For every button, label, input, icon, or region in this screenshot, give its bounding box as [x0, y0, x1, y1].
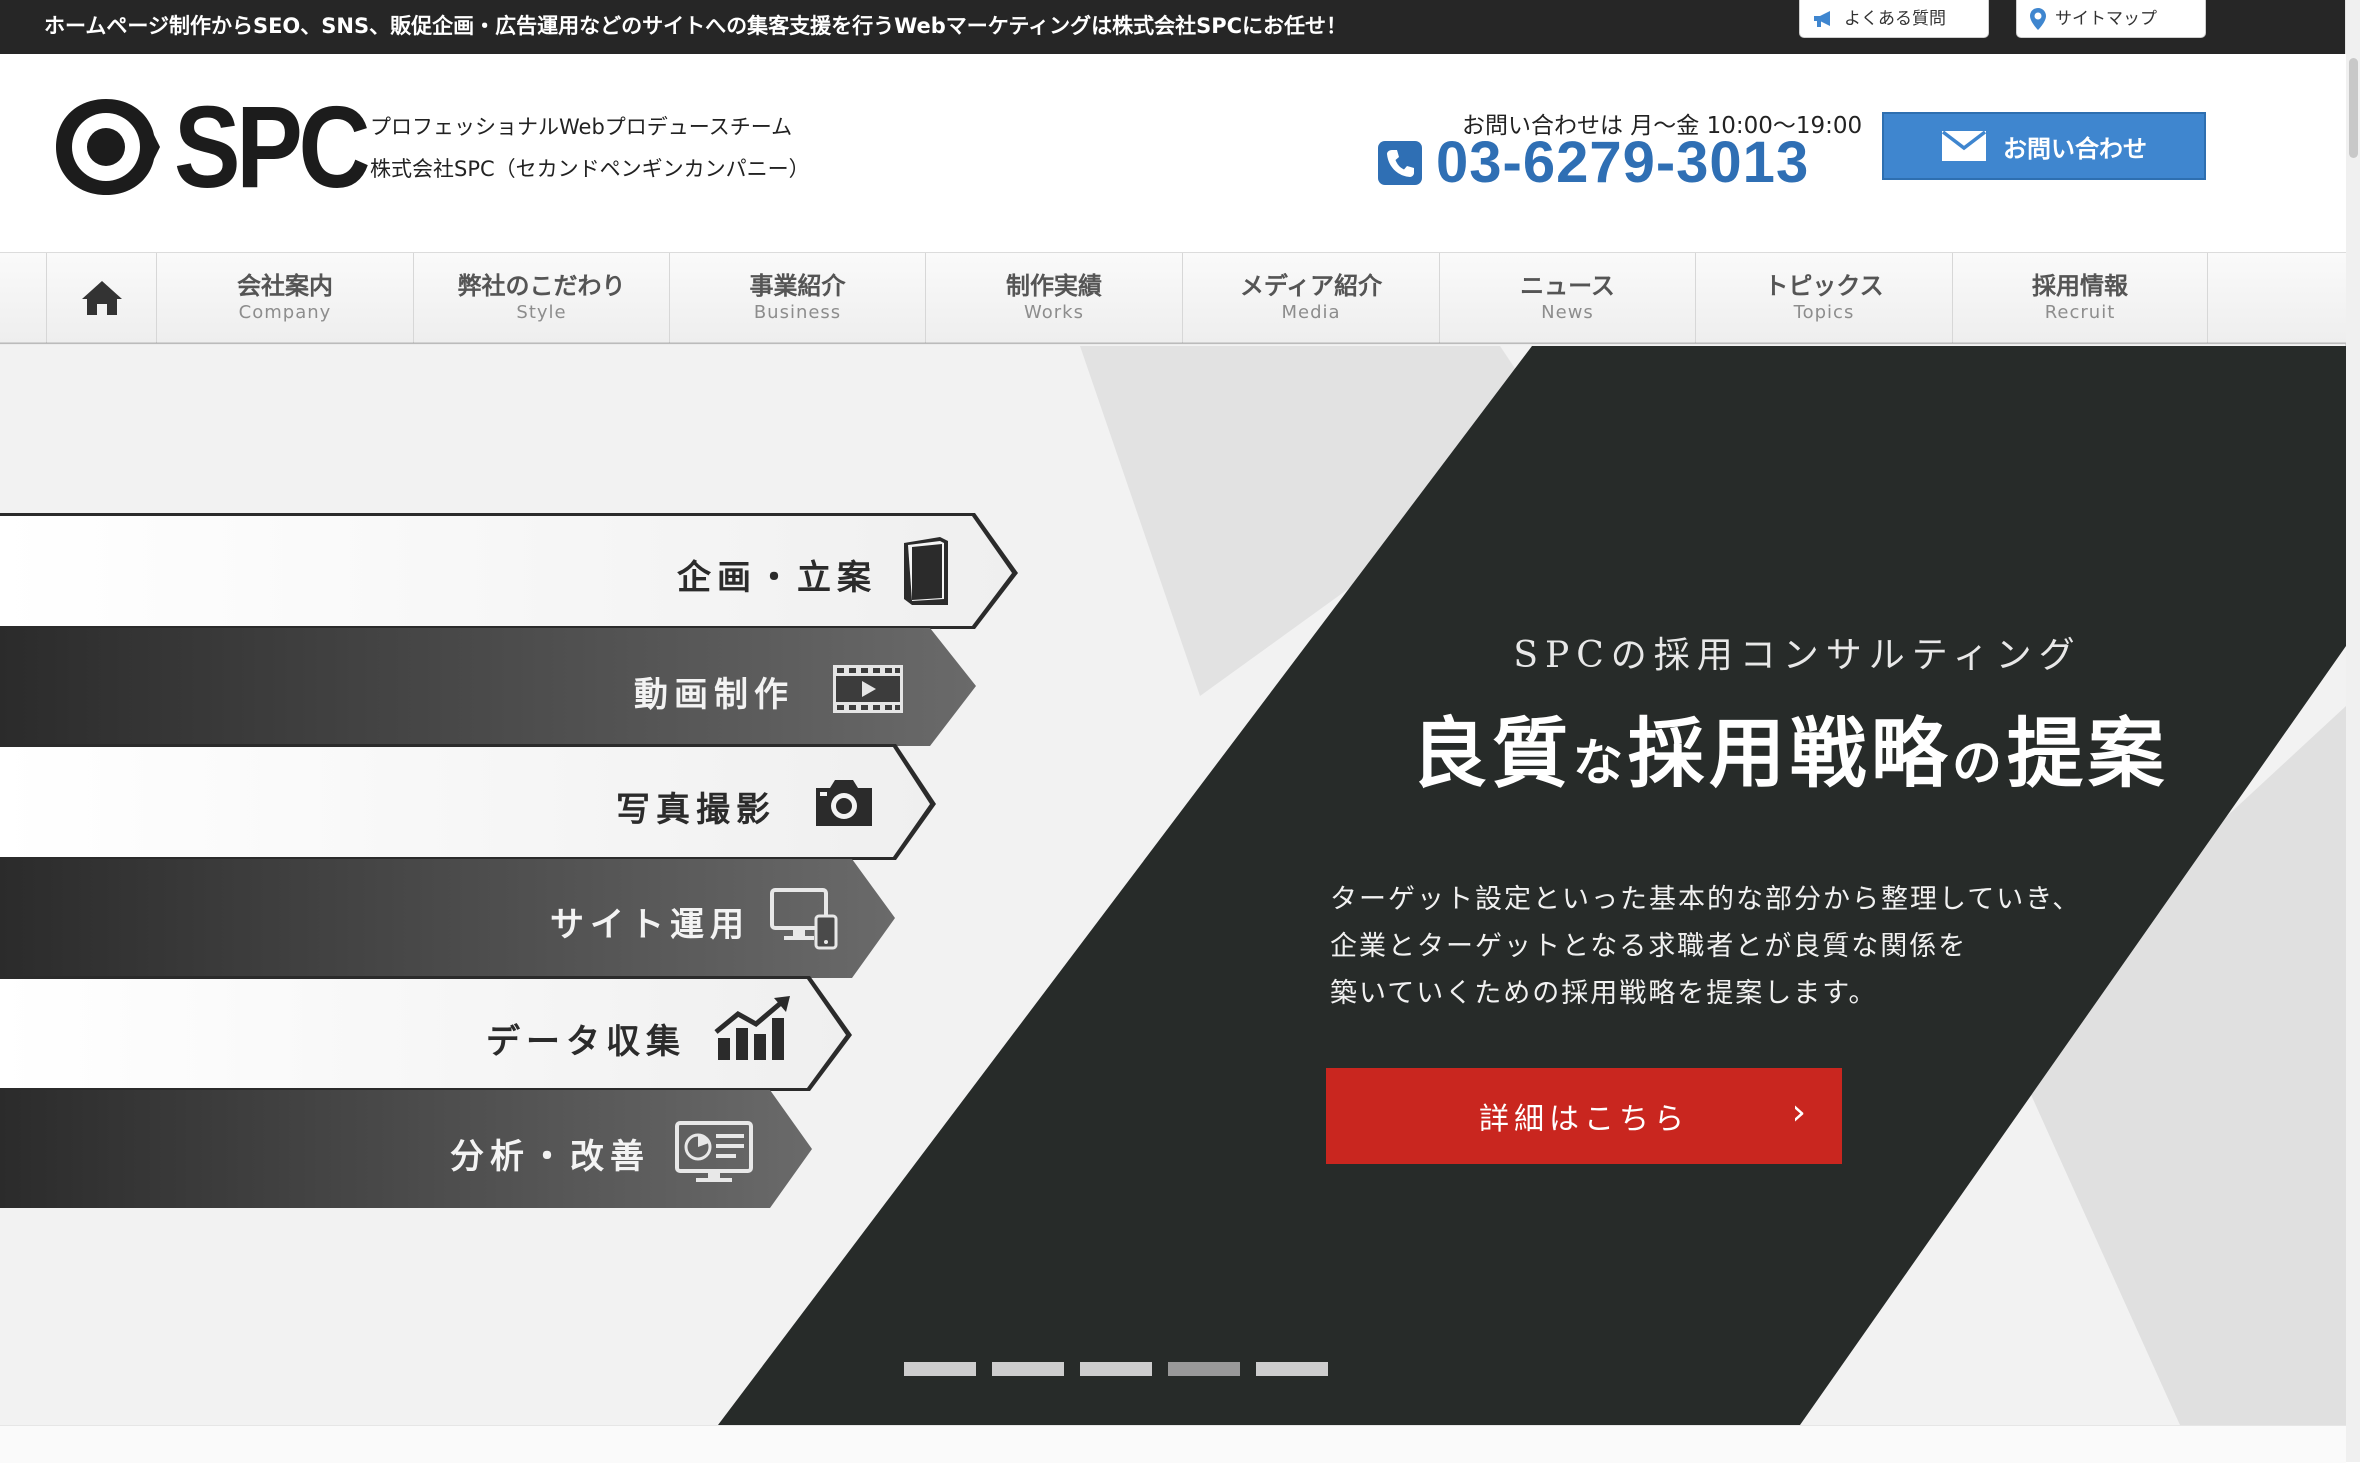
devices-icon — [770, 888, 838, 950]
global-nav: 会社案内 Company 弊社のこだわり Style 事業紹介 Business… — [0, 252, 2346, 344]
nav-items: 会社案内 Company 弊社のこだわり Style 事業紹介 Business… — [46, 253, 2208, 343]
slider-dot-3[interactable] — [1080, 1362, 1152, 1376]
analytics-screen-icon — [675, 1121, 753, 1182]
top-bar-lead-text: ホームページ制作からSEO、SNS、販促企画・広告運用などのサイトへの集客支援を… — [44, 14, 1348, 38]
slider-pagination — [904, 1362, 1328, 1376]
nav-item-business[interactable]: 事業紹介 Business — [669, 253, 925, 343]
faq-link-label: よくある質問 — [1844, 8, 1946, 29]
nav-item-company[interactable]: 会社案内 Company — [156, 253, 413, 343]
nav-item-label: 事業紹介 — [749, 272, 846, 300]
sitemap-link-label: サイトマップ — [2055, 8, 2157, 29]
book-icon — [904, 537, 948, 605]
slider-dot-2[interactable] — [992, 1362, 1064, 1376]
step-label-analysis: 分析・改善 — [450, 1137, 650, 1177]
nav-item-sublabel: Topics — [1793, 302, 1855, 323]
step-label-planning: 企画・立案 — [677, 558, 877, 598]
hero-title-part: 採用戦略 — [1628, 709, 1952, 798]
spc-logo-mark-icon — [56, 99, 160, 195]
header-tagline: プロフェッショナルWebプロデュースチーム 株式会社SPC（セカンドペンギンカン… — [370, 106, 810, 190]
hero-title-part: 良質 — [1411, 709, 1573, 798]
hero-title-part: 提案 — [2007, 709, 2169, 798]
nav-item-home[interactable] — [46, 253, 156, 343]
tagline-line-2: 株式会社SPC（セカンドペンギンカンパニー） — [370, 157, 810, 181]
step-label-photo: 写真撮影 — [616, 790, 776, 830]
nav-item-sublabel: News — [1541, 302, 1594, 323]
home-icon — [81, 281, 122, 315]
step-label-data: データ収集 — [486, 1022, 686, 1062]
nav-item-label: トピックス — [1764, 272, 1884, 300]
hero-subtitle: SPCの採用コンサルティング — [1513, 635, 2082, 676]
phone-contact[interactable]: 03-6279-3013 — [1378, 128, 1809, 198]
nav-item-sublabel: Style — [516, 302, 567, 323]
nav-item-sublabel: Recruit — [2044, 302, 2116, 323]
chevron-right-icon: › — [1791, 1092, 1806, 1133]
map-pin-icon — [2030, 7, 2046, 30]
slider-dot-5[interactable] — [1256, 1362, 1328, 1376]
sitemap-link[interactable]: サイトマップ — [2016, 0, 2206, 38]
hero-description-line: 築いていくための採用戦略を提案します。 — [1330, 978, 1878, 1009]
mail-icon — [1941, 130, 1987, 161]
page-scrollbar[interactable] — [2345, 0, 2360, 1462]
site-header: SPC プロフェッショナルWebプロデュースチーム 株式会社SPC（セカンドペン… — [0, 54, 2346, 252]
site-logo[interactable]: SPC — [50, 82, 398, 212]
camera-icon — [816, 780, 872, 826]
phone-icon — [1378, 141, 1422, 185]
hero-slider: 企画・立案 動画制作 写真撮影 サイト運用 データ収集 分析・改善 SPCの採用… — [0, 346, 2346, 1425]
hero-description-line: 企業とターゲットとなる求職者とが良質な関係を — [1330, 931, 1968, 962]
nav-item-recruit[interactable]: 採用情報 Recruit — [1952, 253, 2208, 343]
nav-item-works[interactable]: 制作実績 Works — [925, 253, 1182, 343]
nav-item-sublabel: Company — [238, 302, 332, 323]
nav-item-style[interactable]: 弊社のこだわり Style — [413, 253, 669, 343]
nav-item-topics[interactable]: トピックス Topics — [1695, 253, 1952, 343]
nav-item-sublabel: Business — [753, 302, 842, 323]
step-label-video: 動画制作 — [634, 675, 794, 715]
megaphone-icon — [1814, 10, 1830, 27]
slider-dot-4[interactable] — [1168, 1362, 1240, 1376]
nav-item-news[interactable]: ニュース News — [1439, 253, 1695, 343]
nav-item-sublabel: Works — [1024, 302, 1084, 323]
below-hero-section — [0, 1425, 2346, 1463]
contact-button-label: お問い合わせ — [2003, 134, 2147, 163]
hero-title-part: な — [1573, 733, 1628, 792]
hero-headline: SPCの採用コンサルティング 良質な採用戦略の提案 — [1250, 626, 2270, 802]
tagline-line-1: プロフェッショナルWebプロデュースチーム — [370, 115, 793, 139]
faq-link[interactable]: よくある質問 — [1799, 0, 1989, 38]
contact-button[interactable]: お問い合わせ — [1882, 112, 2206, 180]
phone-number: 03-6279-3013 — [1436, 130, 1810, 195]
scrollbar-thumb[interactable] — [2349, 58, 2358, 158]
nav-item-label: 採用情報 — [2032, 272, 2128, 300]
nav-item-sublabel: Media — [1281, 302, 1341, 323]
nav-item-label: メディア紹介 — [1239, 272, 1383, 300]
top-bar: ホームページ制作からSEO、SNS、販促企画・広告運用などのサイトへの集客支援を… — [0, 0, 2346, 54]
hero-description-line: ターゲット設定といった基本的な部分から整理していき、 — [1330, 884, 2082, 915]
nav-item-media[interactable]: メディア紹介 Media — [1182, 253, 1439, 343]
nav-item-label: 弊社のこだわり — [457, 272, 626, 300]
film-icon — [833, 665, 903, 713]
step-label-site-ops: サイト運用 — [550, 905, 750, 945]
nav-item-label: 制作実績 — [1006, 272, 1102, 300]
nav-item-label: ニュース — [1520, 272, 1615, 300]
hero-title-part: の — [1952, 733, 2007, 792]
details-button-label: 詳細はこちら — [1479, 1102, 1689, 1137]
nav-item-label: 会社案内 — [237, 272, 333, 300]
hero-description: ターゲット設定といった基本的な部分から整理していき、 企業とターゲットとなる求職… — [1330, 876, 2081, 1017]
slider-dot-1[interactable] — [904, 1362, 976, 1376]
details-button[interactable]: 詳細はこちら › — [1326, 1068, 1842, 1164]
logo-wordmark: SPC — [174, 82, 371, 212]
hero-title: 良質な採用戦略の提案 — [1310, 692, 2270, 802]
growth-chart-icon — [714, 996, 790, 1060]
